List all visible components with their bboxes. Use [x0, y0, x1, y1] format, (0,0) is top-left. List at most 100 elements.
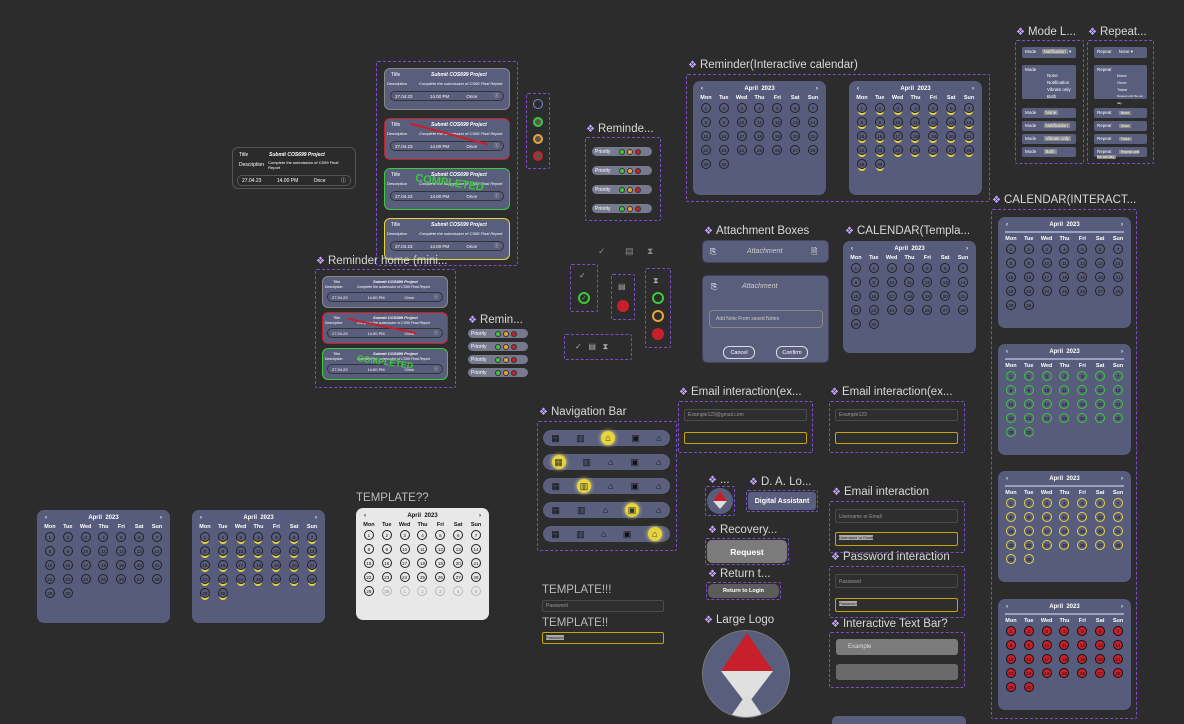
day-cell[interactable]: 4	[1059, 371, 1070, 381]
day-cell[interactable]: 4	[417, 530, 428, 540]
day-cell[interactable]: 15	[1005, 654, 1016, 664]
day-cell[interactable]: 13	[1095, 385, 1106, 395]
day-cell[interactable]: 24	[886, 305, 897, 315]
priority-low-dot[interactable]	[495, 330, 501, 337]
home-icon[interactable]: ⌂	[603, 505, 608, 515]
day-cell[interactable]: 22	[700, 145, 711, 155]
day-cell[interactable]: 9	[718, 117, 729, 127]
day-cell[interactable]: 22	[1005, 413, 1016, 423]
day-cell[interactable]: 24	[1041, 286, 1052, 296]
note-field[interactable]: Add Note From saved Notes	[709, 310, 823, 328]
day-cell[interactable]: 10	[736, 117, 747, 127]
reminder-card[interactable]: Title Submit COS699 Project Description Co…	[384, 118, 510, 160]
bank-icon[interactable]: ⌂	[647, 527, 662, 541]
day-cell[interactable]: 18	[1059, 654, 1070, 664]
hourglass-icon[interactable]: ⧗	[647, 246, 653, 257]
bank-icon[interactable]: ⌂	[656, 481, 661, 491]
day-cell[interactable]: 19	[116, 560, 127, 570]
day-cell[interactable]: 4	[1059, 244, 1070, 254]
day-cell[interactable]: 23	[1023, 540, 1034, 550]
calendar[interactable]: ‹ April 2023 › Mon Tue Wed Thu Fri Sat Sun 1 2 3 4 5 6 7…	[998, 599, 1131, 710]
day-cell[interactable]: 6	[1095, 244, 1106, 254]
day-cell[interactable]: 19	[772, 131, 783, 141]
note-icon[interactable]: ▣	[623, 529, 632, 540]
status-dot-red[interactable]	[533, 151, 543, 161]
digital-assistant-button[interactable]: Digital Assistant	[748, 492, 816, 510]
day-cell[interactable]: 14	[471, 544, 482, 554]
priority-low-dot[interactable]	[619, 148, 625, 155]
priority-high-dot[interactable]	[511, 369, 517, 376]
note-icon[interactable]: ▣	[631, 457, 640, 468]
day-cell[interactable]: 26	[271, 574, 282, 584]
day-cell[interactable]: 15	[1005, 399, 1016, 409]
day-cell[interactable]: 28	[1113, 540, 1124, 550]
home-icon[interactable]: ⌂	[601, 529, 606, 539]
day-cell[interactable]: 5	[271, 532, 282, 542]
check-icon-2[interactable]: ✓ ▤ ⧗	[575, 342, 608, 352]
repeat-option-row[interactable]: Repeat Once	[1094, 121, 1147, 131]
mode-option-row[interactable]: Mode Vibrate only	[1022, 134, 1076, 144]
day-cell[interactable]: 24	[892, 145, 903, 155]
priority-low-dot[interactable]	[495, 343, 501, 350]
priority-mid-dot[interactable]	[627, 148, 633, 155]
day-cell[interactable]: 10	[399, 544, 410, 554]
day-cell[interactable]: 27	[790, 145, 801, 155]
day-cell[interactable]: 15	[1005, 526, 1016, 536]
info-icon[interactable]: ⓘ	[495, 93, 500, 99]
day-cell[interactable]: 2	[1023, 498, 1034, 508]
day-cell[interactable]: 7	[1113, 244, 1124, 254]
repeat-option-row[interactable]: Repeat Repeat until the set day	[1094, 147, 1147, 159]
check-icon[interactable]: ✓	[598, 246, 606, 257]
day-cell[interactable]: 22	[363, 572, 374, 582]
day-cell[interactable]: 22	[850, 305, 861, 315]
day-cell[interactable]: 9	[217, 546, 228, 556]
day-cell[interactable]: 6	[940, 263, 951, 273]
day-cell[interactable]: 26	[928, 145, 939, 155]
day-cell[interactable]: 10	[1041, 258, 1052, 268]
note-outline-icon[interactable]: ▤	[618, 282, 626, 291]
day-cell[interactable]: 2	[874, 103, 885, 113]
priority-mid-dot[interactable]	[503, 330, 509, 337]
password-input[interactable]: Password	[835, 574, 958, 588]
day-cell[interactable]: 10	[1041, 385, 1052, 395]
check-green-icon[interactable]: ✓	[578, 292, 590, 304]
day-cell[interactable]: 12	[928, 117, 939, 127]
day-cell[interactable]: 30	[1023, 682, 1034, 692]
priority-pill[interactable]: Priority	[468, 329, 528, 338]
day-cell[interactable]: 9	[1023, 640, 1034, 650]
repeat-opt-twice[interactable]: Twice	[1117, 86, 1144, 93]
day-cell[interactable]: 8	[700, 117, 711, 127]
day-cell[interactable]: 30	[381, 586, 392, 596]
priority-high-dot[interactable]	[511, 343, 517, 350]
day-cell[interactable]: 10	[886, 277, 897, 287]
day-cell[interactable]: 23	[217, 574, 228, 584]
mode-opt-vibrate[interactable]: Vibrate only	[1047, 86, 1073, 93]
next-month-icon[interactable]: ›	[972, 86, 974, 92]
priority-high-dot[interactable]	[635, 186, 641, 193]
day-cell[interactable]: 6	[946, 103, 957, 113]
day-cell[interactable]: 18	[1059, 399, 1070, 409]
day-cell[interactable]: 14	[1113, 385, 1124, 395]
day-cell[interactable]: 23	[1023, 413, 1034, 423]
mode-dropdown[interactable]: Mode None Notification Vibrate only Both	[1022, 65, 1076, 99]
attachment-box[interactable]: ⎘ Attachment 🗎	[702, 240, 829, 263]
priority-mid-dot[interactable]	[503, 369, 509, 376]
day-cell[interactable]: 29	[1005, 554, 1016, 564]
status-dot-yellow[interactable]	[533, 134, 543, 144]
day-cell[interactable]: 28	[471, 572, 482, 582]
next-month-icon[interactable]: ›	[1121, 476, 1123, 482]
day-cell[interactable]: 26	[1077, 413, 1088, 423]
priority-high-dot[interactable]	[635, 205, 641, 212]
prev-month-icon[interactable]: ‹	[1006, 476, 1008, 482]
note-icon[interactable]: ▤	[625, 246, 634, 257]
day-cell[interactable]: 8	[850, 277, 861, 287]
priority-pill[interactable]: Priority	[468, 342, 528, 351]
day-cell[interactable]: 25	[904, 305, 915, 315]
calendar[interactable]: ‹ April 2023 › Mon Tue Wed Thu Fri Sat Sun 1 2 3 4 5 6 7…	[192, 510, 325, 623]
day-cell[interactable]: 6	[453, 530, 464, 540]
day-cell[interactable]: 14	[808, 117, 819, 127]
day-cell[interactable]: 15	[700, 131, 711, 141]
day-cell[interactable]: 30	[217, 588, 228, 598]
day-cell[interactable]: 7	[471, 530, 482, 540]
day-cell[interactable]: 25	[1059, 413, 1070, 423]
